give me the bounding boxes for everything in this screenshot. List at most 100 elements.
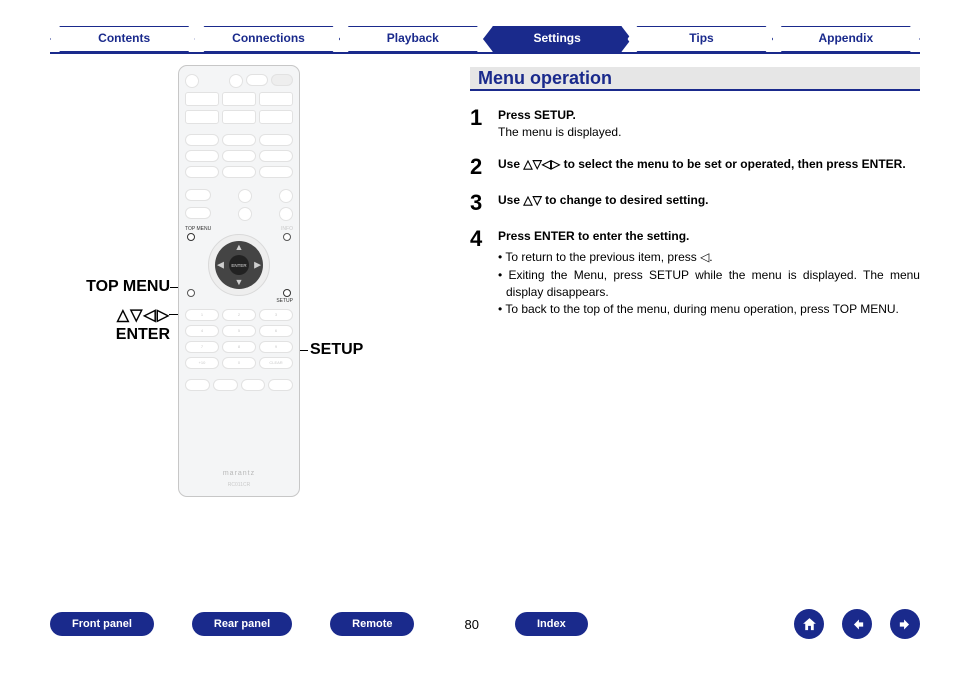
steps-list: 1 Press SETUP. The menu is displayed. 2 … (470, 107, 920, 333)
remote-btn (259, 110, 293, 124)
next-page-button[interactable] (890, 609, 920, 639)
remote-diagram-area: TOP MENU △▽◁▷ ENTER SETUP (50, 65, 470, 591)
step-number: 1 (470, 107, 498, 142)
remote-btn (268, 379, 293, 391)
remote-btn (238, 189, 252, 203)
remote-btn (246, 74, 268, 86)
step-number: 3 (470, 192, 498, 214)
remote-btn (185, 207, 211, 219)
remote-dpad: ▲ ▼ ◀ ▶ ENTER (208, 234, 270, 296)
remote-power-btn (271, 74, 293, 86)
rear-panel-button[interactable]: Rear panel (192, 612, 292, 636)
section-heading: Menu operation (470, 67, 920, 91)
tab-settings[interactable]: Settings (483, 26, 631, 52)
step-bullets: • To return to the previous item, press … (498, 249, 920, 319)
remote-num-2: 2 (222, 309, 256, 321)
tab-connections[interactable]: Connections (194, 26, 342, 52)
remote-corner-btn (187, 289, 195, 297)
remote-illustration: TOP MENU INFO SETUP ▲ ▼ ◀ ▶ ENTER 1 (178, 65, 300, 497)
callout-top-menu: TOP MENU (40, 278, 170, 296)
section-title: Menu operation (478, 68, 612, 89)
remote-btn (185, 92, 219, 106)
arrow-right-icon (897, 616, 914, 633)
remote-btn (222, 134, 256, 146)
dpad-left-icon: ◀ (217, 261, 224, 270)
remote-button[interactable]: Remote (330, 612, 414, 636)
remote-btn (259, 92, 293, 106)
step-4: 4 Press ENTER to enter the setting. • To… (470, 228, 920, 319)
remote-btn (222, 92, 256, 106)
dpad-right-icon: ▶ (254, 261, 261, 270)
remote-btn (222, 150, 256, 162)
remote-num-1: 1 (185, 309, 219, 321)
step-1: 1 Press SETUP. The menu is displayed. (470, 107, 920, 142)
remote-btn (185, 166, 219, 178)
remote-btn (259, 166, 293, 178)
remote-setup-btn (283, 289, 291, 297)
remote-btn (185, 189, 211, 201)
tab-playback[interactable]: Playback (339, 26, 487, 52)
remote-btn (185, 379, 210, 391)
index-button[interactable]: Index (515, 612, 588, 636)
remote-nav-cluster: TOP MENU INFO SETUP ▲ ▼ ◀ ▶ ENTER (185, 225, 293, 305)
remote-topmenu-btn (187, 233, 195, 241)
remote-setup-label: SETUP (276, 298, 293, 304)
tab-appendix[interactable]: Appendix (772, 26, 920, 52)
step-3: 3 Use △▽ to change to desired setting. (470, 192, 920, 214)
front-panel-button[interactable]: Front panel (50, 612, 154, 636)
dpad-up-icon: ▲ (235, 243, 244, 252)
bullet: • To back to the top of the menu, during… (498, 301, 920, 318)
remote-btn (259, 134, 293, 146)
remote-btn (185, 110, 219, 124)
remote-btn (213, 379, 238, 391)
remote-btn (241, 379, 266, 391)
remote-topmenu-label: TOP MENU (185, 226, 211, 232)
step-bold: Press SETUP. (498, 108, 576, 122)
step-number: 4 (470, 228, 498, 319)
remote-btn (279, 207, 293, 221)
remote-btn (185, 74, 199, 88)
top-tabs: Contents Connections Playback Settings T… (50, 26, 920, 54)
remote-clear: CLEAR (259, 357, 293, 369)
footer: Front panel Rear panel Remote 80 Index (50, 609, 920, 639)
remote-num-0: 0 (222, 357, 256, 369)
remote-enter-btn: ENTER (229, 255, 249, 275)
remote-btn (185, 134, 219, 146)
step-bold: Use △▽ to change to desired setting. (498, 193, 709, 207)
page-number: 80 (464, 617, 478, 632)
callout-arrows: △▽◁▷ (80, 305, 170, 325)
page-content: Menu operation 1 Press SETUP. The menu i… (50, 67, 920, 593)
remote-num-7: 7 (185, 341, 219, 353)
remote-num-4: 4 (185, 325, 219, 337)
bullet: • Exiting the Menu, press SETUP while th… (498, 267, 920, 302)
remote-num-8: 8 (222, 341, 256, 353)
home-icon (801, 616, 818, 633)
remote-num-3: 3 (259, 309, 293, 321)
remote-brand: marantz (185, 470, 293, 477)
remote-model: RC011CR (185, 482, 293, 488)
remote-btn (229, 74, 243, 88)
remote-btn (222, 166, 256, 178)
tab-tips[interactable]: Tips (627, 26, 775, 52)
remote-info-btn (283, 233, 291, 241)
remote-btn (259, 150, 293, 162)
arrow-left-icon (849, 616, 866, 633)
step-2: 2 Use △▽◁▷ to select the menu to be set … (470, 156, 920, 178)
remote-num-6: 6 (259, 325, 293, 337)
callout-enter: ENTER (90, 326, 170, 344)
remote-btn (185, 150, 219, 162)
callout-setup: SETUP (310, 341, 363, 359)
bullet: • To return to the previous item, press … (498, 249, 920, 266)
remote-num-plus10: +10 (185, 357, 219, 369)
remote-num-9: 9 (259, 341, 293, 353)
remote-num-5: 5 (222, 325, 256, 337)
remote-info-label: INFO (281, 226, 293, 232)
home-button[interactable] (794, 609, 824, 639)
step-text: The menu is displayed. (498, 125, 621, 139)
tab-contents[interactable]: Contents (50, 26, 198, 52)
step-bold: Use △▽◁▷ to select the menu to be set or… (498, 156, 920, 173)
prev-page-button[interactable] (842, 609, 872, 639)
dpad-down-icon: ▼ (235, 278, 244, 287)
remote-btn (279, 189, 293, 203)
remote-btn (222, 110, 256, 124)
